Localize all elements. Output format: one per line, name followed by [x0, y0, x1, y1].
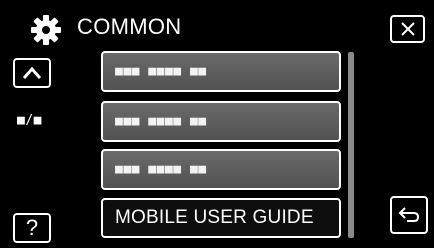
help-button[interactable]: ? — [13, 213, 51, 243]
menu-item-mobile-user-guide[interactable]: MOBILE USER GUIDE — [101, 198, 341, 238]
back-button[interactable] — [390, 196, 428, 234]
scroll-up-button[interactable] — [13, 58, 51, 88]
return-icon — [398, 207, 420, 222]
menu-item-label: MOBILE USER GUIDE — [115, 207, 314, 228]
page-title: COMMON — [77, 14, 182, 39]
menu-item[interactable]: ■■■ ■■■■ ■■ — [101, 101, 341, 142]
menu-item-label: ■■■ ■■■■ ■■ — [115, 64, 207, 79]
menu-item[interactable]: ■■■ ■■■■ ■■ — [101, 51, 341, 92]
menu-item[interactable]: ■■■ ■■■■ ■■ — [101, 149, 341, 190]
page-indicator: ■/■ — [17, 113, 42, 128]
menu-item-label: ■■■ ■■■■ ■■ — [115, 162, 207, 177]
gear-icon — [31, 15, 61, 45]
scrollbar[interactable] — [348, 52, 354, 238]
help-label: ? — [25, 215, 39, 240]
menu-item-label: ■■■ ■■■■ ■■ — [115, 114, 207, 129]
up-arrow-icon — [22, 66, 42, 79]
close-icon — [400, 22, 415, 36]
settings-screen: COMMON ■/■ ? ■■■ ■■■■ ■■ ■■■ ■■■■ ■■ ■■■… — [0, 0, 434, 248]
close-button[interactable] — [390, 15, 425, 43]
